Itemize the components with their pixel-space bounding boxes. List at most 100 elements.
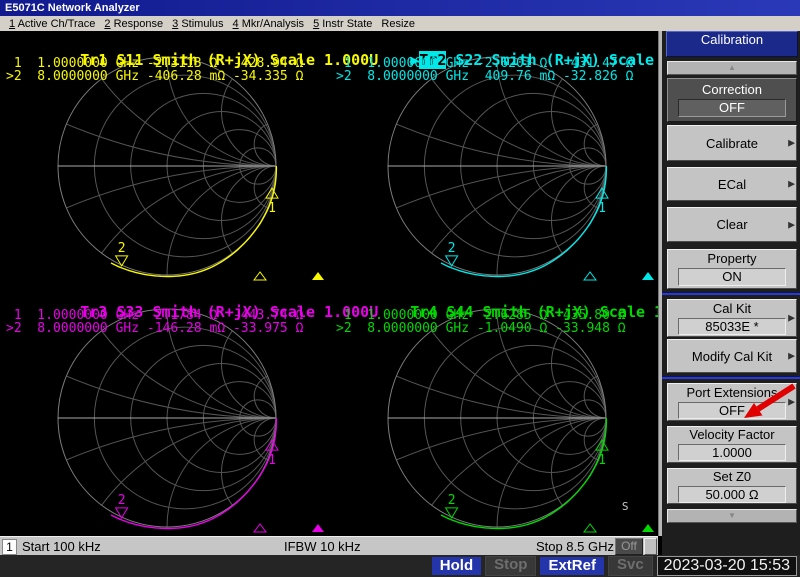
smith-grid-arc (221, 331, 276, 418)
submenu-arrow-icon: ▶ (788, 179, 795, 190)
property-value: ON (678, 268, 786, 286)
smith-grid-arc (552, 79, 607, 166)
menu-accel: 5 (313, 18, 319, 30)
menu-mkr-analysis[interactable]: 4 Mkr/Analysis (233, 18, 305, 30)
port-extensions-label: Port Extensions (668, 384, 796, 401)
channel-status-bar: 1 Start 100 kHz IFBW 10 kHz Stop 8.5 GHz… (0, 536, 658, 556)
stimulus-marker-filled-triangle (312, 524, 324, 532)
softkey-scroll-up-button[interactable]: ▲ (667, 61, 797, 75)
marker-1-number: 1 (598, 201, 606, 216)
marker-2-number: 2 (118, 241, 126, 256)
submenu-arrow-icon: ▶ (788, 351, 795, 362)
modify-cal-kit-button[interactable]: Modify Cal Kit ▶ (667, 339, 797, 373)
smith-grid-arc (552, 331, 607, 418)
menu-resize[interactable]: Resize (381, 18, 415, 30)
correction-label: Correction (668, 81, 796, 98)
velocity-factor-button[interactable]: Velocity Factor 1.0000 (667, 426, 797, 463)
ecal-button[interactable]: ECal ▶ (667, 167, 797, 201)
port-extensions-value: OFF (678, 402, 786, 419)
correction-button[interactable]: Correction OFF (667, 78, 797, 122)
softkey-sidebar: Calibration ▲ Correction OFF Calibrate ▶… (662, 31, 800, 555)
measurement-display: 12 ▶Tr1S11 Smith (R+jX) Scale 1.000U 1 1… (0, 31, 658, 536)
softkey-separator (662, 376, 800, 379)
modify-cal-kit-label: Modify Cal Kit (668, 348, 796, 365)
instrument-status-bar: Hold Stop ExtRef Svc 2023-03-20 15:53 (0, 555, 800, 577)
datetime-readout: 2023-03-20 15:53 (657, 556, 797, 576)
window-title: E5071C Network Analyzer (5, 2, 140, 14)
smith-grid-arc (221, 79, 276, 166)
scroll-down-icon: ▼ (728, 511, 736, 520)
service-indicator: Svc (608, 556, 653, 576)
trace2-marker2-readout: >2 8.0000000 GHz 409.76 mΩ -32.826 Ω (336, 69, 633, 84)
submenu-arrow-icon: ▶ (788, 138, 795, 149)
set-z0-label: Set Z0 (668, 468, 796, 485)
marker-2-number: 2 (448, 241, 456, 256)
submenu-arrow-icon: ▶ (788, 397, 795, 408)
clear-label: Clear (668, 216, 796, 233)
marker-2-triangle[interactable] (116, 256, 128, 266)
stimulus-marker-hollow-triangle (584, 272, 596, 280)
scroll-up-icon: ▲ (728, 63, 736, 72)
marker-1-number: 1 (598, 453, 606, 468)
ecal-label: ECal (668, 176, 796, 193)
calibrate-button[interactable]: Calibrate ▶ (667, 125, 797, 161)
set-z0-button[interactable]: Set Z0 50.000 Ω (667, 468, 797, 504)
softkey-separator (662, 292, 800, 295)
stimulus-marker-hollow-triangle (254, 272, 266, 280)
menu-accel: 1 (9, 18, 15, 30)
stop-frequency-readout: Stop 8.5 GHz (536, 539, 614, 554)
menu-accel: 3 (172, 18, 178, 30)
trace2-panel: 12 ▶Tr2S22 Smith (R+jX) Scale 1.000U 1 1… (330, 31, 660, 283)
set-z0-value: 50.000 Ω (678, 486, 786, 503)
marker-1-number: 1 (268, 201, 276, 216)
sweep-stop-indicator: Stop (485, 556, 536, 576)
menu-stimulus[interactable]: 3 Stimulus (172, 18, 223, 30)
cal-kit-label: Cal Kit (668, 300, 796, 317)
trace1-panel: 12 ▶Tr1S11 Smith (R+jX) Scale 1.000U 1 1… (0, 31, 330, 283)
menu-response[interactable]: 2 Response (104, 18, 163, 30)
menu-instr-state[interactable]: 5 Instr State (313, 18, 372, 30)
submenu-arrow-icon: ▶ (788, 219, 795, 230)
trace3-panel: 12 ▶Tr3S33 Smith (R+jX) Scale 1.000U 1 1… (0, 283, 330, 535)
submenu-arrow-icon: ▶ (788, 313, 795, 324)
marker-2-number: 2 (448, 493, 456, 508)
marker-1-number: 1 (268, 453, 276, 468)
menu-accel: 2 (104, 18, 110, 30)
menu-bar: 1 Active Ch/Trace 2 Response 3 Stimulus … (0, 16, 800, 32)
stimulus-marker-hollow-triangle (584, 524, 596, 532)
marker-2-triangle[interactable] (116, 508, 128, 518)
calibrate-label: Calibrate (668, 135, 796, 152)
trigger-hold-indicator: Hold (432, 557, 481, 575)
status-bar-grip (644, 538, 657, 555)
menu-accel: 4 (233, 18, 239, 30)
start-frequency-readout: Start 100 kHz (22, 539, 101, 554)
port-extensions-button[interactable]: Port Extensions OFF ▶ (667, 383, 797, 421)
port-matrix-line: S (602, 501, 642, 513)
cal-kit-button[interactable]: Cal Kit 85033E * ▶ (667, 299, 797, 337)
title-bar: E5071C Network Analyzer (0, 0, 800, 16)
correction-value: OFF (678, 99, 786, 117)
trace1-marker2-readout: >2 8.0000000 GHz -406.28 mΩ -34.335 Ω (6, 69, 303, 84)
ext-ref-indicator: ExtRef (540, 557, 604, 575)
softkey-scroll-down-button[interactable]: ▼ (667, 509, 797, 523)
stimulus-marker-filled-triangle (642, 524, 654, 532)
softkey-menu-title: Calibration (666, 31, 798, 57)
marker-2-number: 2 (118, 493, 126, 508)
marker-2-triangle[interactable] (446, 256, 458, 266)
stimulus-marker-filled-triangle (642, 272, 654, 280)
menu-active-ch-trace[interactable]: 1 Active Ch/Trace (9, 18, 95, 30)
property-button[interactable]: Property ON (667, 249, 797, 289)
ifbw-readout: IFBW 10 kHz (284, 539, 361, 554)
velocity-factor-label: Velocity Factor (668, 426, 796, 443)
channel-number-badge: 1 (2, 539, 17, 555)
trace3-marker2-readout: >2 8.0000000 GHz -146.28 mΩ -33.975 Ω (6, 321, 303, 336)
channel-off-badge: Off (615, 538, 643, 555)
velocity-factor-value: 1.0000 (678, 444, 786, 461)
stimulus-marker-filled-triangle (312, 272, 324, 280)
stimulus-marker-hollow-triangle (254, 524, 266, 532)
trace4-marker2-readout: >2 8.0000000 GHz -1.0490 Ω -33.948 Ω (336, 321, 626, 336)
network-analyzer-window: E5071C Network Analyzer 1 Active Ch/Trac… (0, 0, 800, 577)
marker-2-triangle[interactable] (446, 508, 458, 518)
clear-button[interactable]: Clear ▶ (667, 207, 797, 242)
property-label: Property (668, 250, 796, 267)
